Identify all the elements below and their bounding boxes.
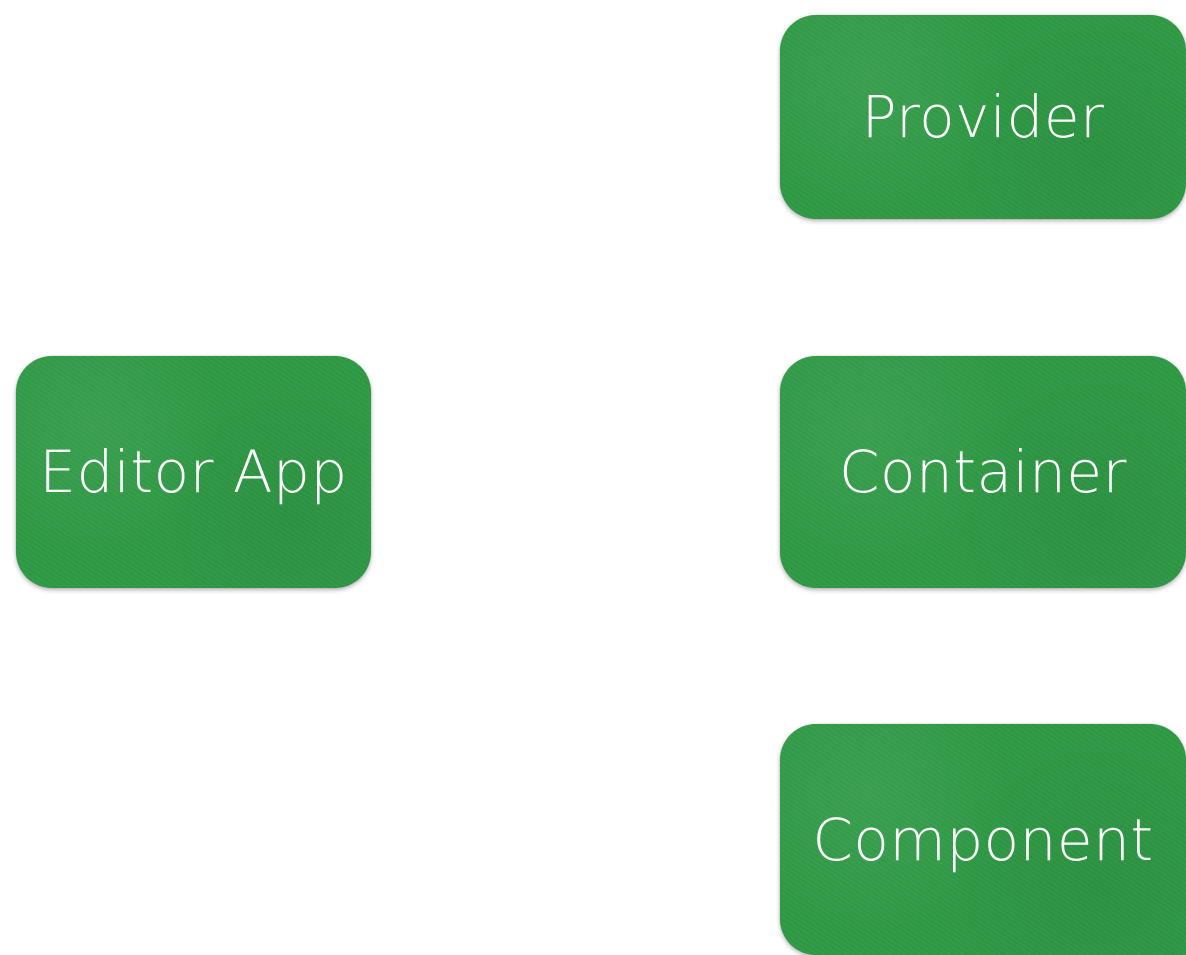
provider-label: Provider bbox=[861, 83, 1105, 151]
editor-app-label: Editor App bbox=[39, 438, 348, 506]
container-node: Container bbox=[780, 356, 1186, 588]
editor-app-node: Editor App bbox=[16, 356, 371, 588]
container-label: Container bbox=[839, 438, 1127, 506]
provider-node: Provider bbox=[780, 15, 1186, 219]
diagram-canvas: { "nodes": { "editor_app": { "label": "E… bbox=[0, 0, 1186, 955]
component-node: Component bbox=[780, 724, 1186, 955]
component-label: Component bbox=[812, 805, 1154, 874]
